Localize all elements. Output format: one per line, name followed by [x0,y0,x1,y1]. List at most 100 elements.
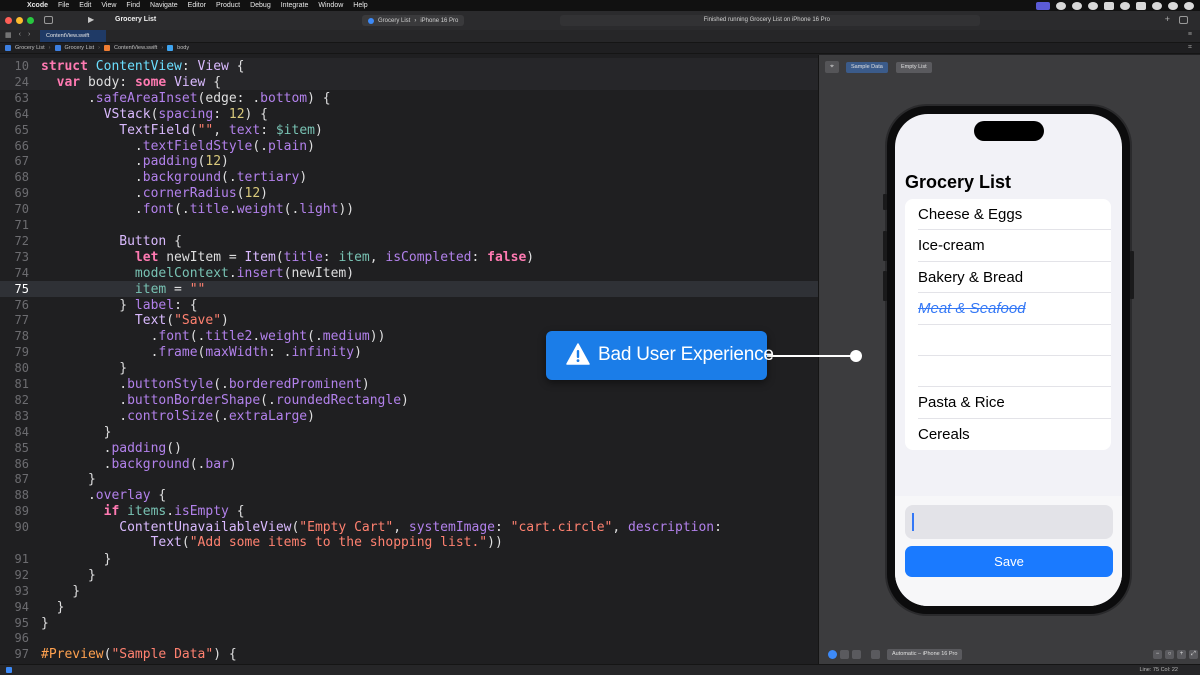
list-item[interactable]: Cereals [905,419,1111,450]
menu-app-name[interactable]: Xcode [22,2,53,9]
current-code-line[interactable]: 75 item = "" [0,280,818,297]
code-line[interactable]: 68 .background(.tertiary) [0,169,818,185]
editor-options-icon[interactable]: ≡ [1188,31,1192,38]
code-line[interactable]: 87 } [0,471,818,487]
code-line[interactable]: 92 } [0,567,818,583]
display-icon[interactable] [1120,1,1130,10]
variants-icon[interactable] [852,650,861,659]
menu-debug[interactable]: Debug [245,2,276,9]
related-items-icon[interactable]: ⌗ [1188,44,1192,52]
code-line[interactable]: 10 struct ContentView: View { [0,58,818,74]
breadcrumb-group[interactable]: Grocery List [65,45,95,51]
code-line[interactable]: 67 .padding(12) [0,153,818,169]
wifi-icon[interactable] [1152,1,1162,10]
zoom-out-icon[interactable]: − [1153,650,1162,659]
zoom-actual-icon[interactable]: ○ [1165,650,1174,659]
breadcrumb-symbol[interactable]: body [177,45,189,51]
code-text: Text("Save") [134,313,229,329]
debug-area-toggle-icon[interactable] [6,667,12,673]
code-line[interactable]: Text("Add some items to the shopping lis… [0,535,818,551]
code-line[interactable]: 95} [0,615,818,631]
code-line[interactable]: 71 [0,217,818,233]
scheme-selector[interactable]: Grocery List › iPhone 16 Pro [362,15,465,26]
code-line[interactable]: 24 var body: some View { [0,73,818,90]
menu-navigate[interactable]: Navigate [145,2,183,9]
code-line[interactable]: 74 modelContext.insert(newItem) [0,265,818,281]
code-line[interactable]: 76 } label: { [0,297,818,313]
selectable-preview-icon[interactable] [840,650,849,659]
pin-preview-icon[interactable]: ⌖ [825,61,839,73]
save-button[interactable]: Save [905,546,1113,577]
list-item[interactable] [905,325,1111,356]
menu-file[interactable]: File [53,2,74,9]
code-line[interactable]: 91 } [0,551,818,567]
item-text-field[interactable] [905,505,1113,539]
breadcrumb-file[interactable]: ContentView.swift [114,45,157,51]
code-line[interactable]: 85 .padding() [0,440,818,456]
menu-editor[interactable]: Editor [183,2,211,9]
list-item[interactable] [905,356,1111,388]
code-line[interactable]: 72 Button { [0,233,818,249]
list-item[interactable]: Cheese & Eggs [905,199,1111,231]
inspector-toggle-icon[interactable] [1179,16,1188,24]
menu-find[interactable]: Find [121,2,145,9]
control-center-icon[interactable] [1184,1,1194,10]
live-preview-icon[interactable] [828,650,837,659]
list-item[interactable]: Ice-cream [905,230,1111,262]
zoom-in-icon[interactable]: + [1177,650,1186,659]
menu-help[interactable]: Help [348,2,372,9]
code-line[interactable]: 77 Text("Save") [0,312,818,328]
menu-integrate[interactable]: Integrate [276,2,314,9]
info-icon[interactable] [1072,1,1082,10]
code-line[interactable]: 66 .textFieldStyle(.plain) [0,138,818,154]
vpn-icon[interactable] [1088,1,1098,10]
menu-view[interactable]: View [96,2,121,9]
list-item[interactable]: Meat & Seafood [905,293,1111,325]
code-line[interactable]: 65 TextField("", text: $item) [0,122,818,138]
shazam-icon[interactable] [1056,1,1066,10]
back-icon[interactable]: ‹ [19,31,21,39]
code-text: ContentUnavailableView("Empty Cart", sys… [119,520,722,536]
zoom-window-icon[interactable] [27,17,34,24]
menu-window[interactable]: Window [313,2,348,9]
tab-contentview[interactable]: ContentView.swift [40,30,106,42]
code-line[interactable]: 70 .font(.title.weight(.light)) [0,201,818,217]
code-line[interactable]: 96 [0,630,818,646]
code-line[interactable]: 73 let newItem = Item(title: item, isCom… [0,249,818,265]
screen-recording-icon[interactable] [1036,1,1050,10]
menu-product[interactable]: Product [211,2,245,9]
preview-tab-sample-data[interactable]: Sample Data [846,62,888,73]
close-window-icon[interactable] [5,17,12,24]
forward-icon[interactable]: › [28,31,30,39]
device-settings-icon[interactable] [871,650,880,659]
code-line[interactable]: 69 .cornerRadius(12) [0,185,818,201]
menu-edit[interactable]: Edit [74,2,96,9]
add-icon[interactable]: + [1165,14,1170,24]
code-line[interactable]: 89 if items.isEmpty { [0,503,818,519]
code-line[interactable]: 83 .controlSize(.extraLarge) [0,408,818,424]
minimize-window-icon[interactable] [16,17,23,24]
list-item[interactable]: Bakery & Bread [905,262,1111,294]
preview-tab-empty-list[interactable]: Empty List [896,62,932,73]
breadcrumb-project[interactable]: Grocery List [15,45,45,51]
code-line[interactable]: 90 ContentUnavailableView("Empty Cart", … [0,519,818,535]
grid-icon[interactable]: ▦ [5,31,12,39]
code-line[interactable]: 93 } [0,583,818,599]
chevron-right-icon: › [414,17,417,24]
list-item[interactable]: Pasta & Rice [905,387,1111,419]
code-line[interactable]: 88 .overlay { [0,487,818,503]
code-line[interactable]: 86 .background(.bar) [0,456,818,472]
battery-icon[interactable] [1136,1,1146,10]
camera-icon[interactable] [1104,1,1114,10]
run-button-icon[interactable]: ▶ [88,15,94,24]
code-line[interactable]: 64 VStack(spacing: 12) { [0,106,818,122]
device-picker[interactable]: Automatic – iPhone 16 Pro [887,649,963,660]
code-line[interactable]: 97 #Preview("Sample Data") { [0,646,818,662]
navigator-toggle-icon[interactable] [44,16,53,24]
code-line[interactable]: 94 } [0,599,818,615]
zoom-fit-icon[interactable]: ⤢ [1189,650,1198,659]
code-line[interactable]: 84 } [0,424,818,440]
code-line[interactable]: 82 .buttonBorderShape(.roundedRectangle) [0,392,818,408]
code-line[interactable]: 63 .safeAreaInset(edge: .bottom) { [0,90,818,106]
search-icon[interactable] [1168,1,1178,10]
